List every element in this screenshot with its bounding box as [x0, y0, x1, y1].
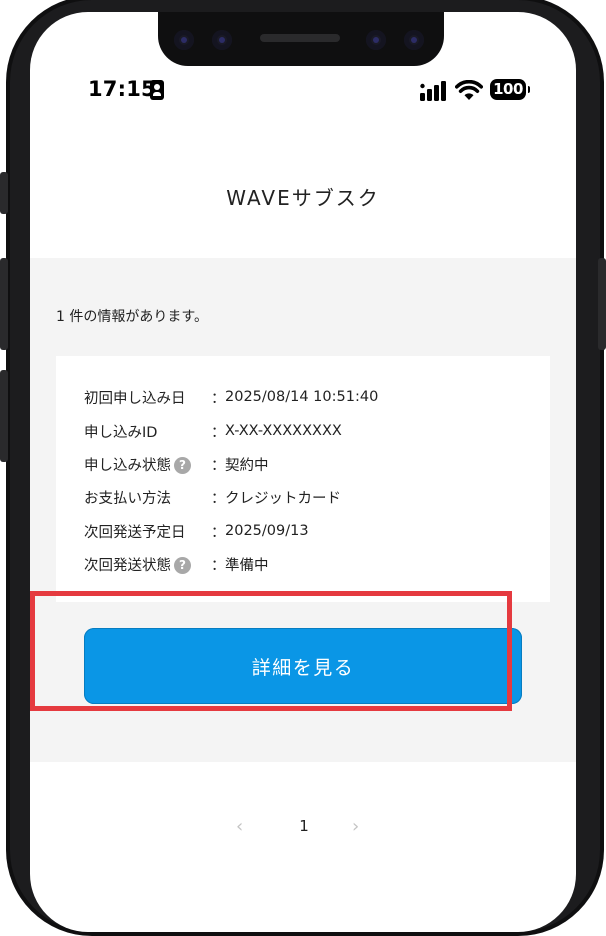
- row-payment-method: お支払い方法 ： クレジットカード: [84, 487, 341, 507]
- row-label-with-help: 次回発送状態?: [84, 554, 211, 575]
- row-label-text: 次回発送状態: [84, 557, 171, 574]
- highlight-annotation: [30, 591, 512, 711]
- row-label-with-help: 申し込み状態?: [84, 454, 211, 475]
- power-button: [598, 258, 606, 350]
- row-label: 初回申し込み日: [84, 390, 186, 407]
- row-order-id: 申し込みID ： X-XX-XXXXXXXX: [84, 421, 342, 441]
- row-value: 2025/09/13: [225, 523, 309, 539]
- camera-lens-icon: [212, 30, 232, 50]
- row-value: クレジットカード: [225, 490, 341, 507]
- row-next-shipping-status: 次回発送状態? ： 準備中: [84, 554, 269, 574]
- row-next-shipping-date: 次回発送予定日 ： 2025/09/13: [84, 521, 309, 541]
- result-count: 1 件の情報があります。: [56, 309, 208, 325]
- row-label-text: 申し込み状態: [84, 457, 171, 474]
- row-value: X-XX-XXXXXXXX: [225, 423, 342, 439]
- row-colon: ：: [211, 490, 226, 507]
- row-label: 次回発送予定日: [84, 524, 186, 541]
- row-colon: ：: [211, 457, 226, 474]
- row-order-status: 申し込み状態? ： 契約中: [84, 454, 269, 474]
- row-first-order-date: 初回申し込み日 ： 2025/08/14 10:51:40: [84, 387, 378, 407]
- row-value: 2025/08/14 10:51:40: [225, 389, 379, 405]
- pagination: ‹ 1 ›: [30, 816, 576, 840]
- pager-prev-icon[interactable]: ‹: [236, 816, 243, 837]
- camera-lens-icon: [174, 30, 194, 50]
- row-colon: ：: [211, 524, 226, 541]
- row-label: 申し込みID: [84, 424, 158, 441]
- row-colon: ：: [211, 557, 226, 574]
- battery-icon: 100: [490, 79, 530, 100]
- pager-next-icon[interactable]: ›: [352, 816, 359, 837]
- help-icon[interactable]: ?: [174, 557, 191, 574]
- row-label: お支払い方法: [84, 490, 171, 507]
- earpiece-speaker: [260, 34, 340, 42]
- pager-page-1[interactable]: 1: [290, 817, 318, 835]
- subscription-card: 初回申し込み日 ： 2025/08/14 10:51:40 申し込みID ： X…: [56, 356, 550, 602]
- camera-notch: [158, 12, 444, 66]
- row-value: 準備中: [225, 557, 269, 574]
- page-title: WAVEサブスク: [226, 186, 380, 210]
- row-colon: ：: [211, 424, 226, 441]
- volume-down-button: [0, 370, 8, 462]
- help-icon[interactable]: ?: [174, 457, 191, 474]
- volume-up-button: [0, 258, 8, 350]
- wifi-icon: [455, 80, 483, 100]
- sensor-icon: [366, 30, 386, 50]
- mute-switch: [0, 172, 8, 214]
- row-colon: ：: [211, 390, 226, 407]
- sensor-icon: [404, 30, 424, 50]
- id-badge-icon: [150, 80, 164, 100]
- row-value: 契約中: [225, 457, 269, 474]
- status-time: 17:15: [88, 77, 156, 101]
- phone-screen: 17:15 100 WAVEサブスク 1 件の情報があります。 初回申し込み日 …: [30, 12, 576, 932]
- cellular-signal-icon: [420, 81, 446, 101]
